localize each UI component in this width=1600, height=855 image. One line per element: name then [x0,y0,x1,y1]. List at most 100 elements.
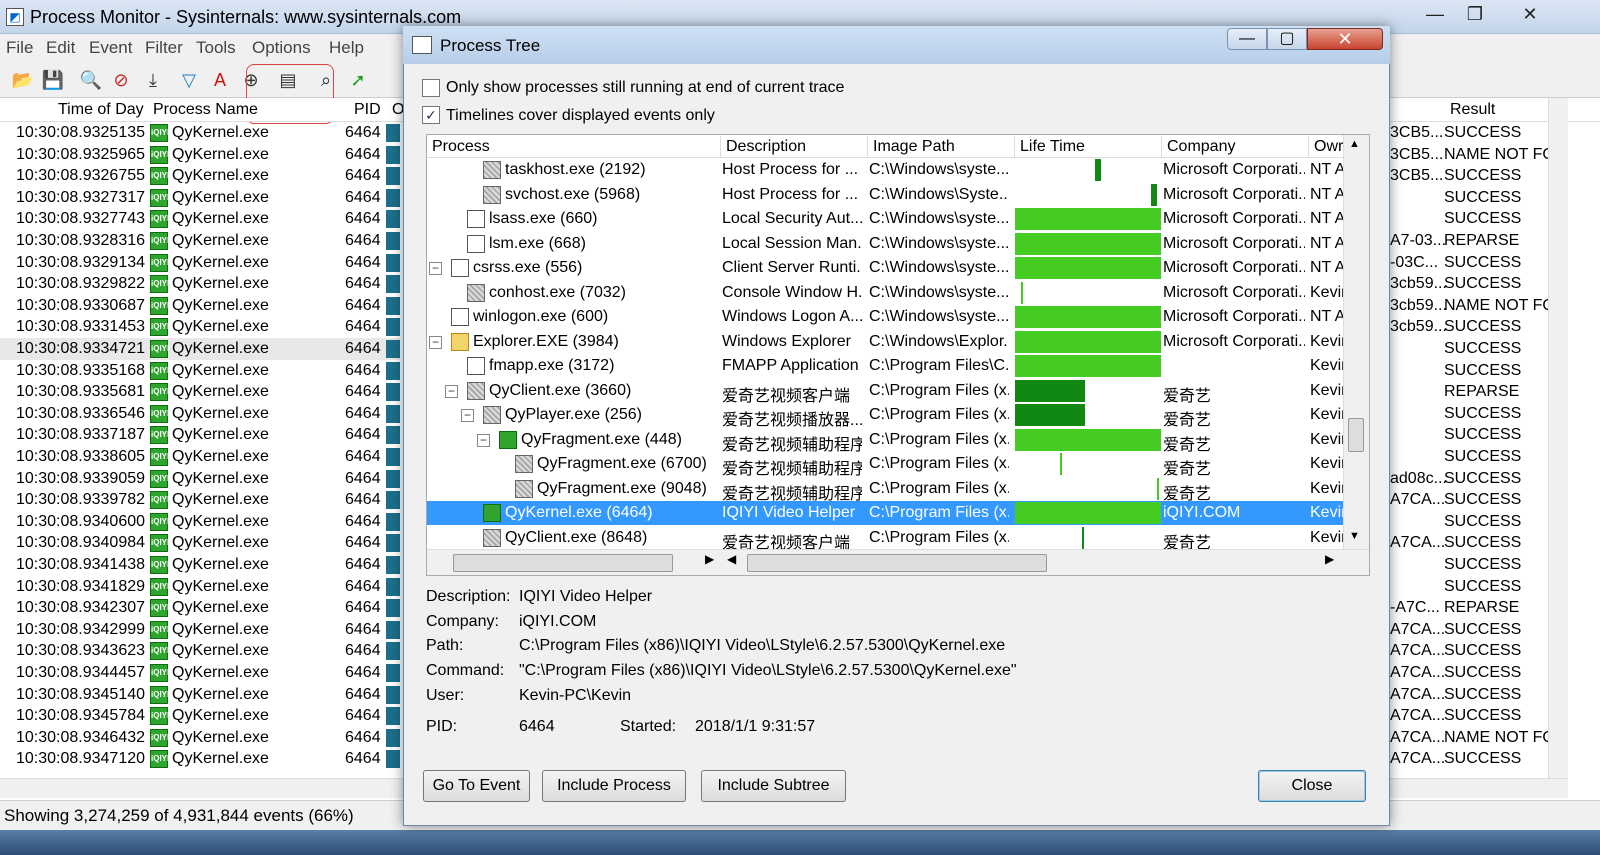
menu-tools[interactable]: Tools [196,38,236,58]
menu-file[interactable]: File [6,38,33,58]
table-row[interactable]: 10:30:08.9342307 iQIYI QyKernel.exe 6464 [0,597,400,619]
tree-row[interactable]: − QyPlayer.exe (256) 爱奇艺视频播放器... C:\Program… [427,403,1343,429]
tree-column-life-time[interactable]: Life Time [1020,138,1085,156]
table-row[interactable]: 10:30:08.9344457 iQIYI QyKernel.exe 6464 [0,662,400,684]
table-row-right[interactable]: SUCCESS [1390,360,1550,382]
table-row[interactable]: 10:30:08.9337187 iQIYI QyKernel.exe 6464 [0,424,400,446]
table-row-right[interactable]: SUCCESS [1390,403,1550,425]
collapse-icon[interactable]: − [461,409,474,422]
table-row[interactable]: 10:30:08.9341829 iQIYI QyKernel.exe 6464 [0,576,400,598]
tree-column-description[interactable]: Description [726,138,806,156]
table-row[interactable]: 10:30:08.9328316 iQIYI QyKernel.exe 6464 [0,230,400,252]
table-row-right[interactable]: SUCCESS [1390,338,1550,360]
table-row[interactable]: 10:30:08.9331453 iQIYI QyKernel.exe 6464 [0,316,400,338]
table-row-right[interactable]: REPARSE [1390,381,1550,403]
tree-row[interactable]: lsm.exe (668) Local Session Man... C:\Wind… [427,232,1343,256]
tree-hscroll[interactable]: ▶ ◀ ▶ [427,549,1369,575]
scroll-down-icon[interactable]: ▼ [1349,530,1360,542]
tree-row[interactable]: taskhost.exe (2192) Host Process for ... C… [427,158,1343,182]
dialog-minimize-button[interactable]: — [1227,28,1267,50]
table-row[interactable]: 10:30:08.9334721 iQIYI QyKernel.exe 6464 [0,338,400,360]
table-row-right[interactable]: A7CA... SUCCESS [1390,489,1550,511]
tree-row[interactable]: QyFragment.exe (9048) 爱奇艺视频辅助程序 C:\Program… [427,477,1343,503]
filter-icon[interactable]: ▽ [176,67,202,93]
autoscroll-icon[interactable]: ⤓ [140,67,166,93]
table-row-right[interactable]: A7CA... NAME NOT FO [1390,727,1555,749]
tree-vscroll-thumb[interactable] [1348,418,1364,452]
table-row-right[interactable]: SUCCESS [1390,446,1550,468]
dialog-close-button[interactable]: ✕ [1307,28,1383,50]
collapse-icon[interactable]: − [429,335,442,349]
table-row-right[interactable]: -03C... SUCCESS [1390,252,1550,274]
tree-row[interactable]: fmapp.exe (3172) FMAPP Application C:\Prog… [427,354,1343,378]
table-row-right[interactable]: SUCCESS [1390,554,1550,576]
table-row[interactable]: 10:30:08.9345784 iQIYI QyKernel.exe 6464 [0,705,400,727]
table-row[interactable]: 10:30:08.9341438 iQIYI QyKernel.exe 6464 [0,554,400,576]
collapse-icon[interactable]: − [477,433,490,447]
table-row-right[interactable]: A7CA... SUCCESS [1390,684,1550,706]
table-row[interactable]: 10:30:08.9329134 iQIYI QyKernel.exe 6464 [0,252,400,274]
tree-column-company[interactable]: Company [1167,138,1235,156]
capture-icon[interactable]: ⊘ [108,67,134,93]
table-row-right[interactable]: A7CA... SUCCESS [1390,640,1550,662]
table-row-right[interactable]: 3CB5... NAME NOT FO [1390,144,1555,166]
table-row[interactable]: 10:30:08.9325135 iQIYI QyKernel.exe 6464 [0,122,400,144]
table-row-right[interactable]: 3cb59... SUCCESS [1390,273,1550,295]
menu-edit[interactable]: Edit [46,38,75,58]
column-result[interactable]: Result [1450,101,1495,119]
column-process-name[interactable]: Process Name [153,101,258,119]
event-list-vscroll[interactable] [1548,98,1568,778]
table-row[interactable]: 10:30:08.9346432 iQIYI QyKernel.exe 6464 [0,727,400,749]
tree-row[interactable]: QyClient.exe (8648) 爱奇艺视频客户端 C:\Program Fi… [427,526,1343,552]
menu-options[interactable]: Options [252,38,311,58]
tree-row[interactable]: conhost.exe (7032) Console Window H... C:\… [427,281,1343,305]
tree-row[interactable]: − QyFragment.exe (448) 爱奇艺视频辅助程序 C:\Program… [427,428,1343,454]
scroll-up-icon[interactable]: ▲ [1349,138,1360,150]
tree-row[interactable]: − QyClient.exe (3660) 爱奇艺视频客户端 C:\Program F… [427,379,1343,405]
highlight-icon[interactable]: A [207,67,233,93]
scroll-left-icon[interactable]: ◀ [727,552,736,566]
menu-event[interactable]: Event [89,38,132,58]
tree-row[interactable]: winlogon.exe (600) Windows Logon A... C:\W… [427,305,1343,329]
scroll-right-icon[interactable]: ▶ [1325,552,1334,566]
table-row[interactable]: 10:30:08.9343623 iQIYI QyKernel.exe 6464 [0,640,400,662]
table-row-right[interactable]: A7CA... SUCCESS [1390,705,1550,727]
table-row[interactable]: 10:30:08.9326755 iQIYI QyKernel.exe 6464 [0,165,400,187]
table-row[interactable]: 10:30:08.9335681 iQIYI QyKernel.exe 6464 [0,381,400,403]
tree-vscroll[interactable]: ▲ ▼ [1343,135,1369,549]
table-row[interactable]: 10:30:08.9327743 iQIYI QyKernel.exe 6464 [0,208,400,230]
table-row-right[interactable]: 3CB5... SUCCESS [1390,122,1550,144]
running-only-checkbox[interactable] [422,79,440,97]
tree-hscroll-thumb-left[interactable] [453,554,673,572]
table-row[interactable]: 10:30:08.9347120 iQIYI QyKernel.exe 6464 [0,748,400,770]
column-time-of-day[interactable]: Time of Day [58,101,144,119]
jump-icon[interactable]: ➚ [345,67,371,93]
tree-row[interactable]: QyKernel.exe (6464) IQIYI Video Helper C:\… [427,501,1343,525]
close-dialog-button[interactable]: Close [1258,770,1366,802]
include-subtree-button[interactable]: Include Subtree [701,770,846,802]
dialog-maximize-button[interactable]: ▢ [1267,28,1307,50]
table-row-right[interactable]: A7CA... SUCCESS [1390,662,1550,684]
table-row-right[interactable]: SUCCESS [1390,424,1550,446]
table-row[interactable]: 10:30:08.9340600 iQIYI QyKernel.exe 6464 [0,511,400,533]
tree-row[interactable]: lsass.exe (660) Local Security Aut... C:\W… [427,207,1343,231]
table-row[interactable]: 10:30:08.9336546 iQIYI QyKernel.exe 6464 [0,403,400,425]
scroll-right-icon[interactable]: ▶ [705,552,714,566]
table-row[interactable]: 10:30:08.9338605 iQIYI QyKernel.exe 6464 [0,446,400,468]
table-row[interactable]: 10:30:08.9329822 iQIYI QyKernel.exe 6464 [0,273,400,295]
table-row[interactable]: 10:30:08.9330687 iQIYI QyKernel.exe 6464 [0,295,400,317]
column-pid[interactable]: PID [354,101,381,119]
tree-hscroll-thumb-right[interactable] [747,554,1047,572]
table-row[interactable]: 10:30:08.9325965 iQIYI QyKernel.exe 6464 [0,144,400,166]
maximize-button[interactable]: ❐ [1450,0,1500,30]
tree-column-image-path[interactable]: Image Path [873,138,955,156]
close-button[interactable]: ✕ [1505,0,1555,30]
table-row-right[interactable]: ad08c... SUCCESS [1390,468,1550,490]
open-icon[interactable]: 📂 [10,67,36,93]
table-row-right[interactable]: -A7C... REPARSE [1390,597,1550,619]
go-to-event-button[interactable]: Go To Event [423,770,530,802]
table-row-right[interactable]: SUCCESS [1390,187,1550,209]
tree-column-owner[interactable]: Owr [1314,138,1343,156]
tree-row[interactable]: − csrss.exe (556) Client Server Runti... C:… [427,256,1343,280]
table-row[interactable]: 10:30:08.9339059 iQIYI QyKernel.exe 6464 [0,468,400,490]
